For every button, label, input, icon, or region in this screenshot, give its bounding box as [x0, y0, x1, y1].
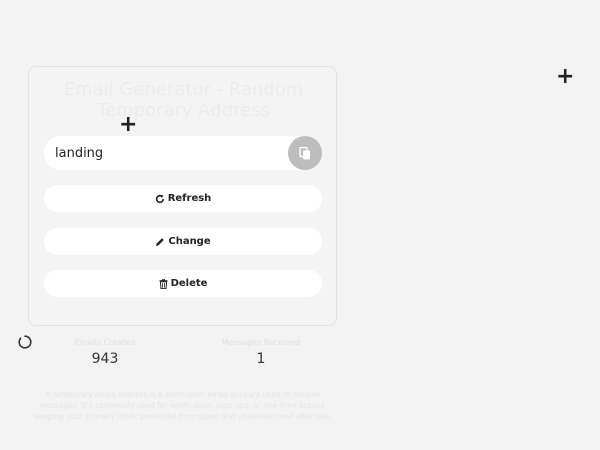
emails-created-stat: Emails Created 943: [45, 338, 165, 367]
description-text: A temporary email address is a short-ter…: [34, 390, 332, 421]
page: Email Generator - Random Temporary Addre…: [0, 0, 600, 450]
change-label: Change: [168, 236, 211, 247]
delete-label: Delete: [170, 278, 208, 289]
pencil-icon: [155, 237, 165, 247]
copy-icon: [299, 146, 311, 160]
delete-button[interactable]: Delete: [44, 270, 322, 297]
refresh-label: Refresh: [167, 193, 212, 204]
plus-icon: +: [119, 112, 138, 137]
refresh-button[interactable]: Refresh: [44, 185, 322, 212]
plus-icon: +: [556, 64, 575, 89]
refresh-icon: [155, 194, 165, 204]
email-generator-card: Email Generator - Random Temporary Addre…: [28, 66, 337, 326]
emails-created-value: 943: [91, 351, 119, 367]
messages-received-stat: Messages Received 1: [201, 338, 321, 367]
spinner-icon: [18, 334, 32, 349]
messages-received-value: 1: [256, 351, 266, 367]
emails-created-label: Emails Created: [74, 338, 136, 347]
email-address-value: landing: [55, 145, 104, 161]
email-address-field[interactable]: landing: [44, 136, 322, 170]
card-title: Email Generator - Random Temporary Addre…: [63, 79, 304, 121]
copy-button[interactable]: [288, 136, 322, 170]
messages-received-label: Messages Received: [221, 338, 301, 347]
change-button[interactable]: Change: [44, 228, 322, 255]
trash-icon: [159, 278, 168, 289]
